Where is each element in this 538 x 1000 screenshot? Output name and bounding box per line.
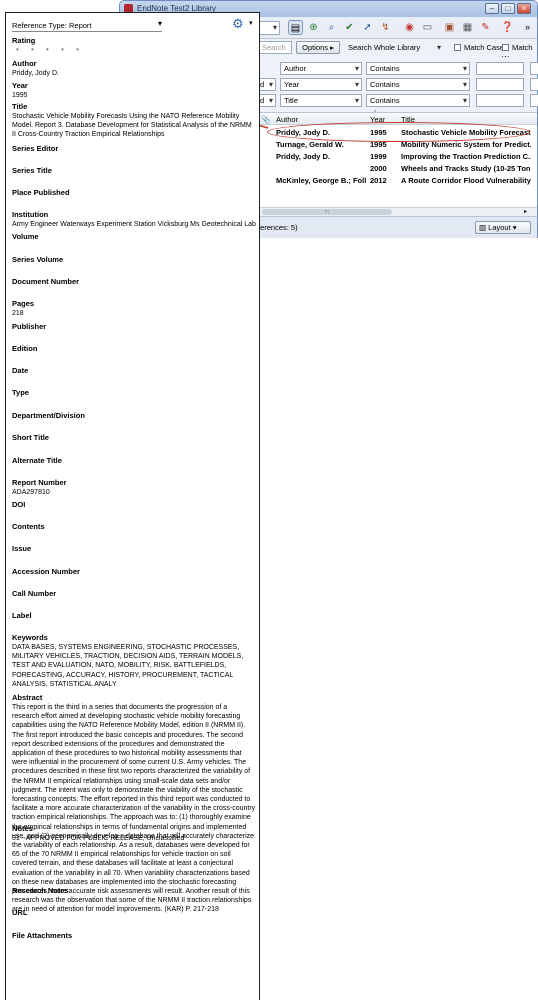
reference-type: Reference Type: Report — [12, 21, 92, 30]
field-label-label: Label — [12, 611, 32, 620]
field-label-series-title: Series Title — [12, 166, 52, 175]
field-value-notes[interactable]: 01 - APPROVED FOR PUBLIC RELEASE, Unclas… — [12, 834, 256, 843]
field-label-title: Title — [12, 102, 28, 111]
gear-icon[interactable]: ⚙ — [232, 16, 244, 32]
chevron-down-icon[interactable]: ▾ — [249, 19, 253, 27]
field-label-accession-number: Accession Number — [12, 567, 80, 576]
reference-panel: Reference Type: Report ⚙ ▾ • • • • • Rat… — [5, 12, 260, 1000]
field-label-short-title: Short Title — [12, 433, 49, 442]
field-label-alternate-title: Alternate Title — [12, 456, 62, 465]
field-label-author: Author — [12, 59, 37, 68]
field-label-series-editor: Series Editor — [12, 144, 59, 153]
field-label-doi: DOI — [12, 500, 26, 509]
reference-type-label: Reference Type: — [12, 21, 67, 30]
scroll-thumb[interactable]: ::: — [262, 209, 392, 215]
field-label-document-number: Document Number — [12, 277, 80, 286]
layout-button[interactable]: ▥ Layout ▾ — [475, 221, 531, 234]
field-value-abstract[interactable]: This report is the third in a series tha… — [12, 703, 256, 915]
field-label-volume: Volume — [12, 232, 39, 241]
field-label-place-published: Place Published — [12, 188, 70, 197]
rating-dots[interactable]: • • • • • — [16, 45, 84, 54]
field-label-abstract: Abstract — [12, 693, 43, 702]
field-value-report-number[interactable]: ADA297810 — [12, 488, 256, 497]
field-label-date: Date — [12, 366, 29, 375]
field-value-institution[interactable]: Army Engineer Waterways Experiment Stati… — [12, 220, 256, 229]
field-label-file-attachments: File Attachments — [12, 931, 73, 940]
reference-count: ferences: 5) — [258, 223, 298, 232]
field-value-pages[interactable]: 218 — [12, 309, 256, 318]
reference-type-value: Report — [69, 21, 92, 30]
field-label-url: URL — [12, 908, 28, 917]
scroll-right-icon[interactable]: ▸ — [524, 208, 527, 215]
field-value-keywords[interactable]: DATA BASES, SYSTEMS ENGINEERING, STOCHAS… — [12, 643, 256, 689]
field-label-edition: Edition — [12, 344, 38, 353]
field-label-report-number: Report Number — [12, 478, 67, 487]
field-label-publisher: Publisher — [12, 322, 47, 331]
field-label-contents: Contents — [12, 522, 45, 531]
field-label-notes: Notes — [12, 824, 33, 833]
field-label-rating: Rating — [12, 36, 36, 45]
field-label-year: Year — [12, 81, 28, 90]
field-label-pages: Pages — [12, 299, 35, 308]
field-label-issue: Issue — [12, 544, 32, 553]
field-label-institution: Institution — [12, 210, 49, 219]
field-label-type: Type — [12, 388, 29, 397]
field-label-research-notes: Research Notes — [12, 886, 69, 895]
field-label-series-volume: Series Volume — [12, 255, 64, 264]
field-value-title[interactable]: Stochastic Vehicle Mobility Forecasts Us… — [12, 112, 256, 140]
field-label-call-number: Call Number — [12, 589, 57, 598]
field-value-year[interactable]: 1995 — [12, 91, 256, 100]
field-label-department-division: Department/Division — [12, 411, 85, 420]
field-value-author[interactable]: Priddy, Jody D. — [12, 69, 256, 78]
field-label-keywords: Keywords — [12, 633, 48, 642]
